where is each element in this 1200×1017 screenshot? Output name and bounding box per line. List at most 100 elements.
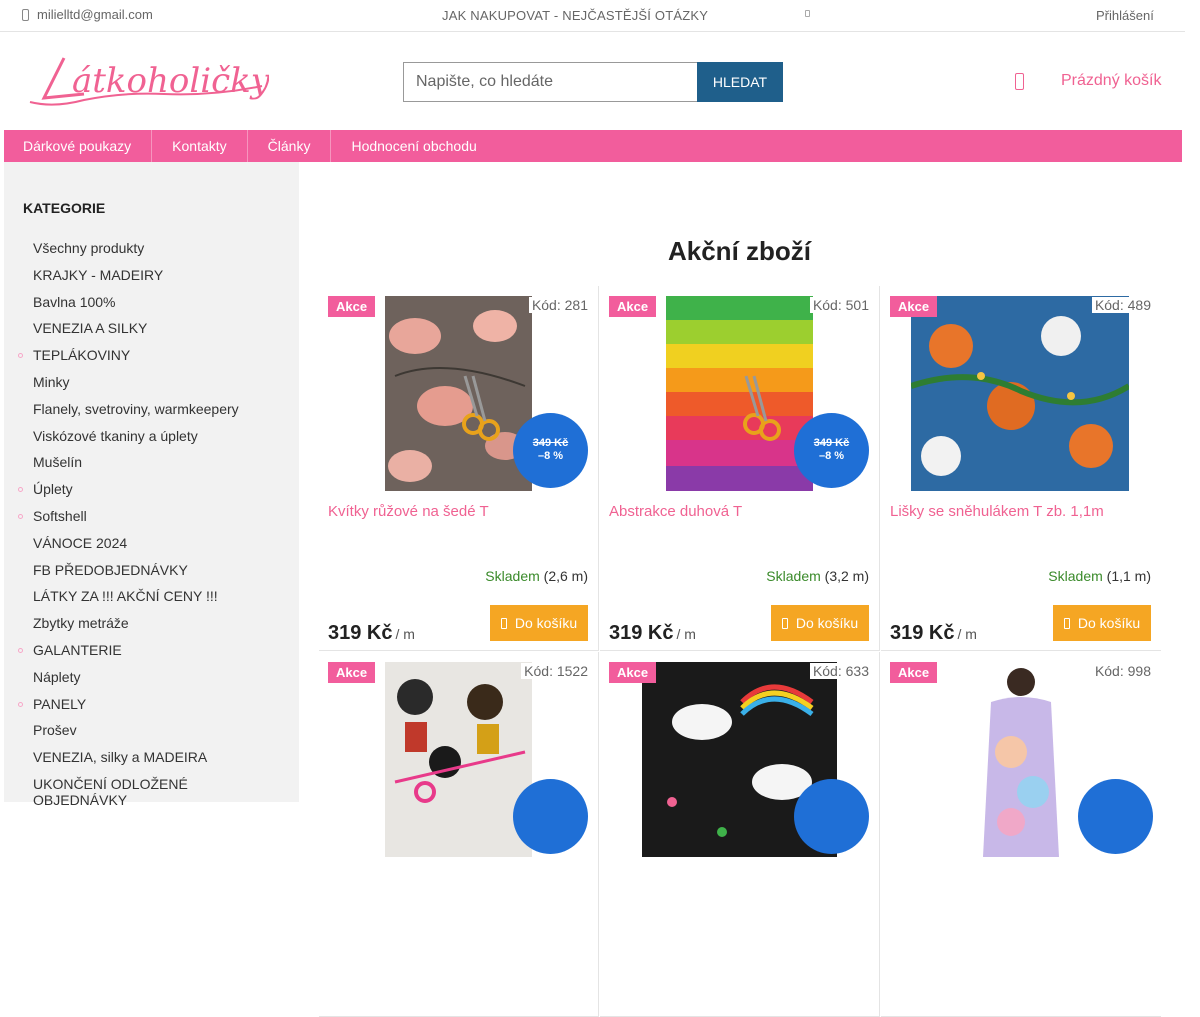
product-code: Kód: 1522	[521, 663, 588, 679]
product-image[interactable]	[971, 662, 1071, 857]
price-value: 319 Kč	[609, 622, 674, 644]
stock-status: Skladem (2,6 m)	[485, 568, 588, 584]
hoodie-dress-image	[971, 662, 1071, 857]
login-link[interactable]: Přihlášení	[1096, 8, 1154, 23]
discount-percent: –8 %	[537, 450, 564, 462]
category-item[interactable]: Všechny produkty	[33, 236, 273, 263]
add-to-cart-button[interactable]: Do košíku	[490, 605, 588, 641]
phone-icon	[22, 8, 29, 21]
nav-item-reviews[interactable]: Hodnocení obchodu	[331, 130, 496, 162]
category-item[interactable]: Viskózové tkaniny a úplety	[33, 424, 273, 451]
fabric-rainbow-image	[666, 296, 813, 491]
category-list: Všechny produkty KRAJKY - MADEIRY Bavlna…	[18, 236, 273, 808]
site-logo[interactable]: átkoholičky	[24, 48, 271, 114]
nav-item-gift-cards[interactable]: Dárkové poukazy	[4, 130, 153, 162]
sidebar-title: KATEGORIE	[23, 200, 106, 216]
fabric-fox-snowman-image	[911, 296, 1129, 491]
category-item[interactable]: FB PŘEDOBJEDNÁVKY	[33, 558, 273, 585]
category-item[interactable]: Zbytky metráže	[33, 611, 273, 638]
product-name[interactable]: Lišky se sněhulákem T zb. 1,1m	[890, 503, 1104, 520]
old-price: 349 Kč	[813, 437, 850, 449]
product-code: Kód: 998	[1091, 663, 1151, 679]
bag-icon	[500, 617, 507, 629]
cart-icon	[1015, 72, 1024, 90]
product-code: Kód: 489	[1091, 297, 1151, 313]
sale-badge: Akce	[609, 662, 657, 683]
main-nav: Dárkové poukazy Kontakty Články Hodnocen…	[4, 130, 1182, 162]
category-item[interactable]: LÁTKY ZA !!! AKČNÍ CENY !!!	[33, 584, 273, 611]
search-button[interactable]: HLEDAT	[697, 62, 783, 102]
category-item[interactable]: PANELY	[18, 692, 273, 719]
nav-item-contacts[interactable]: Kontakty	[152, 130, 248, 162]
category-item[interactable]: Flanely, svetroviny, warmkeepery	[33, 397, 273, 424]
discount-badge	[513, 779, 588, 854]
category-item[interactable]: VENEZIA, silky a MADEIRA	[33, 745, 273, 772]
category-item[interactable]: KRAJKY - MADEIRY	[33, 263, 273, 290]
product-name[interactable]: Abstrakce duhová T	[609, 503, 742, 520]
price-value: 319 Kč	[328, 622, 393, 644]
category-item[interactable]: VENEZIA A SILKY	[33, 316, 273, 343]
sale-badge: Akce	[328, 296, 376, 317]
bag-icon	[1063, 617, 1070, 629]
bag-icon	[781, 617, 788, 629]
product-card[interactable]: Akce Kód: 489 Lišky se sněhulákem T zb. …	[881, 286, 1161, 651]
product-card[interactable]: Akce Kód: 501 349 Kč –8 % Abstrakce duho…	[600, 286, 880, 651]
product-card[interactable]: Akce Kód: 998	[881, 652, 1161, 1017]
stock-amount: (3,2 m)	[824, 568, 869, 584]
cart-label: Prázdný košík	[1061, 72, 1162, 89]
category-item[interactable]: Úplety	[18, 477, 273, 504]
product-image[interactable]	[385, 296, 532, 491]
nav-item-articles[interactable]: Články	[248, 130, 332, 162]
stock-label: Skladem	[485, 568, 540, 584]
sale-badge: Akce	[890, 296, 938, 317]
help-link[interactable]: JAK NAKUPOVAT - NEJČASTĚJŠÍ OTÁZKY	[442, 8, 708, 23]
old-price: 349 Kč	[532, 437, 569, 449]
cart-link[interactable]: Prázdný košík	[1015, 72, 1161, 90]
product-name[interactable]: Kvítky růžové na šedé T	[328, 503, 489, 520]
add-to-cart-label: Do košíku	[795, 615, 859, 631]
category-item[interactable]: Prošev	[33, 718, 273, 745]
top-bar: milielltd@gmail.com JAK NAKUPOVAT - NEJČ…	[0, 0, 1185, 32]
price-unit: / m	[676, 626, 696, 642]
category-item[interactable]: TEPLÁKOVINY	[18, 343, 273, 370]
email-text: milielltd@gmail.com	[37, 7, 153, 22]
category-item[interactable]: Mušelín	[33, 450, 273, 477]
add-to-cart-label: Do košíku	[1077, 615, 1141, 631]
category-item[interactable]: Softshell	[18, 504, 273, 531]
fabric-firefighter-image	[385, 662, 532, 857]
product-image[interactable]	[911, 296, 1129, 491]
contact-email[interactable]: milielltd@gmail.com	[22, 7, 153, 22]
product-price: 319 Kč / m	[328, 622, 415, 645]
add-to-cart-label: Do košíku	[514, 615, 578, 631]
sale-badge: Akce	[328, 662, 376, 683]
category-item[interactable]: VÁNOCE 2024	[33, 531, 273, 558]
discount-badge	[794, 779, 869, 854]
category-item[interactable]: UKONČENÍ ODLOŽENÉ OBJEDNÁVKY	[33, 772, 273, 808]
add-to-cart-button[interactable]: Do košíku	[771, 605, 869, 641]
stock-status: Skladem (1,1 m)	[1048, 568, 1151, 584]
category-item[interactable]: GALANTERIE	[18, 638, 273, 665]
category-item[interactable]: Náplety	[33, 665, 273, 692]
discount-badge: 349 Kč –8 %	[513, 413, 588, 488]
add-to-cart-button[interactable]: Do košíku	[1053, 605, 1151, 641]
stock-label: Skladem	[1048, 568, 1103, 584]
stock-status: Skladem (3,2 m)	[766, 568, 869, 584]
product-code: Kód: 281	[528, 297, 588, 313]
price-unit: / m	[957, 626, 977, 642]
product-card[interactable]: Akce Kód: 1522	[319, 652, 599, 1017]
price-unit: / m	[395, 626, 415, 642]
product-card[interactable]: Akce Kód: 281 349 Kč –8 % Kvítky růžové …	[319, 286, 599, 651]
stock-amount: (2,6 m)	[543, 568, 588, 584]
product-image[interactable]	[666, 296, 813, 491]
fabric-floral-image	[385, 296, 532, 491]
sale-badge: Akce	[609, 296, 657, 317]
page-title: Akční zboží	[667, 236, 811, 266]
product-image[interactable]	[385, 662, 532, 857]
category-item[interactable]: Bavlna 100%	[33, 290, 273, 317]
category-item[interactable]: Minky	[33, 370, 273, 397]
product-card[interactable]: Akce Kód: 633	[600, 652, 880, 1017]
search-input[interactable]	[403, 62, 697, 102]
stock-amount: (1,1 m)	[1106, 568, 1151, 584]
product-price: 319 Kč / m	[609, 622, 696, 645]
discount-percent: –8 %	[818, 450, 845, 462]
